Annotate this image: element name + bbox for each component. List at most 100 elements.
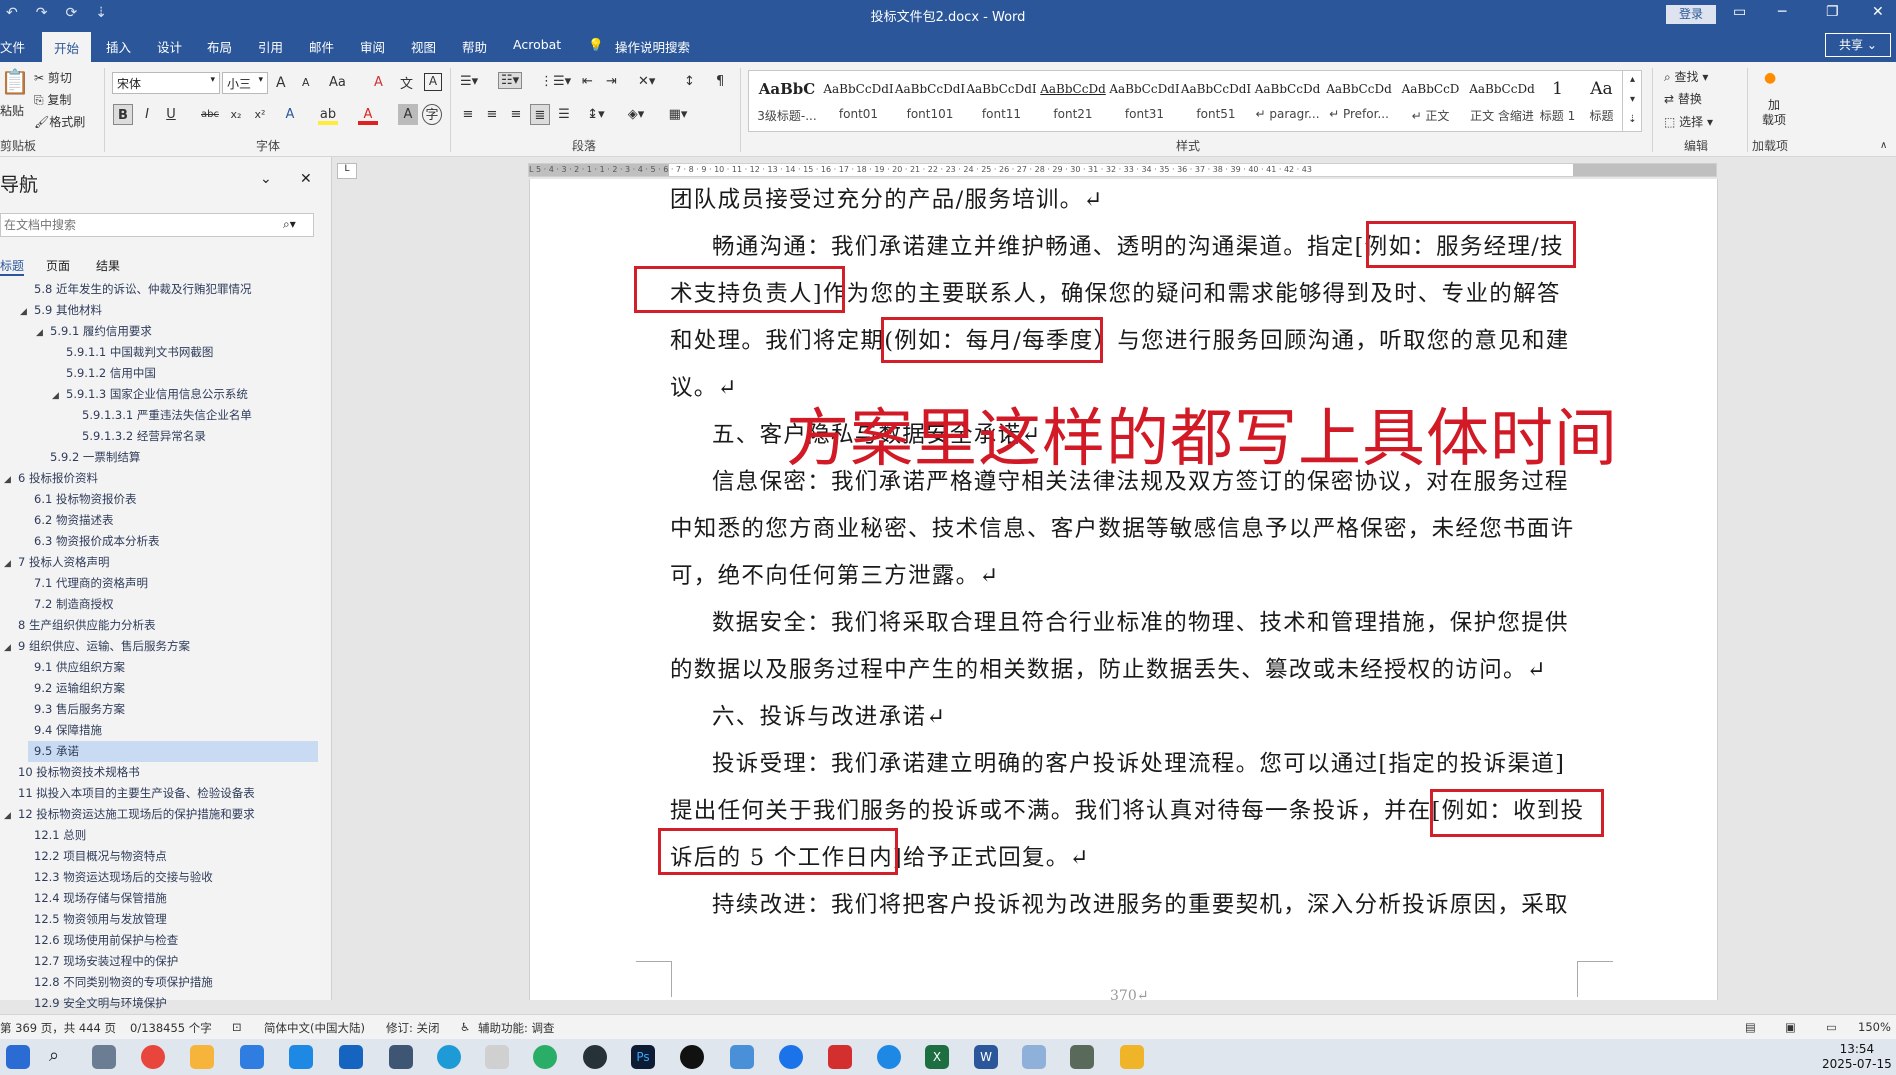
word-count[interactable]: 0/138455 个字 [130,1020,212,1036]
document-paragraph-line[interactable]: 持续改进：我们将把客户投诉视为改进服务的重要契机，深入分析投诉原因，采取 [712,887,1569,919]
proofing-icon[interactable]: ⊡ [232,1020,242,1034]
close-icon[interactable]: ✕ [300,171,312,187]
nav-heading-item[interactable]: 5.9.1.3.2 经营异常名录 [68,426,206,447]
style-item[interactable]: AaBbCcDd ↵ Prefor... [1323,71,1395,131]
tab-review[interactable]: 审阅 [360,37,385,56]
paste-icon[interactable]: 📋 [0,68,30,128]
photos-icon[interactable] [190,1045,214,1069]
styles-scroll[interactable]: ▴ ▾ ⇣ [1622,70,1642,132]
superscript-button[interactable]: x² [250,104,270,125]
document-paragraph-line[interactable]: 六、投诉与改进承诺↵ [712,699,946,731]
nav-heading-item[interactable]: 5.9.1.1 中国裁判文书网截图 [52,342,213,363]
format-painter-button[interactable]: 🖌格式刷 [34,113,85,130]
app-icon[interactable] [1070,1045,1094,1069]
nav-heading-item[interactable]: 12.2 项目概况与物资特点 [20,846,167,867]
nav-search-input[interactable] [0,213,314,237]
tab-help[interactable]: 帮助 [462,37,487,56]
nav-heading-item[interactable]: 9.1 供应组织方案 [20,657,125,678]
subscript-button[interactable]: x₂ [226,104,246,125]
acrobat-icon[interactable] [828,1045,852,1069]
chinese-layout-icon[interactable]: ✕▾ [638,74,655,89]
app-icon[interactable] [485,1045,509,1069]
network-app-icon[interactable] [240,1045,264,1069]
chevron-down-icon[interactable]: ⌄ [260,171,272,187]
justify-icon[interactable]: ≣ [530,104,550,125]
nav-heading-item[interactable]: 6.3 物资报价成本分析表 [20,531,159,552]
document-paragraph-line[interactable]: 投诉受理：我们承诺建立明确的客户投诉处理流程。您可以通过[指定的投诉渠道] [712,746,1565,778]
calculator-icon[interactable] [92,1045,116,1069]
nav-tab-headings[interactable]: 标题 [0,257,25,276]
enclose-char-icon[interactable]: 字 [422,104,442,125]
excel-icon[interactable]: X [925,1045,949,1069]
grow-font-button[interactable]: A [276,75,286,91]
document-paragraph-line[interactable]: 议。↵ [670,370,738,402]
tab-home[interactable]: 开始 [42,32,92,62]
nav-heading-item[interactable]: 5.9.1.3.1 严重违法失信企业名单 [68,405,252,426]
style-item[interactable]: AaBbCcDdI font11 [966,71,1038,131]
nav-heading-item[interactable]: 9.3 售后服务方案 [20,699,125,720]
nav-heading-item[interactable]: 6.1 投标物资报价表 [20,489,136,510]
style-item[interactable]: AaBbCcDd font21 [1037,71,1109,131]
tab-layout[interactable]: 布局 [207,37,232,56]
style-item[interactable]: AaBbCcDd 正文 含缩进 [1466,71,1538,131]
ribbon-display-icon[interactable]: ▭ [1733,4,1746,20]
align-left-icon[interactable]: ≡ [458,104,478,125]
document-paragraph-line[interactable]: 和处理。我们将定期(例如：每月/每季度）与您进行服务回顾沟通，听取您的意见和建 [670,323,1570,355]
qq-icon[interactable] [680,1045,704,1069]
char-shading-icon[interactable]: A [398,104,418,125]
align-center-icon[interactable]: ≡ [482,104,502,125]
nav-heading-item[interactable]: 12.9 安全文明与环境保护 [20,993,167,1014]
cut-button[interactable]: ✂ 剪切 [34,69,72,86]
tell-me-search[interactable]: 操作说明搜索 [615,37,690,56]
clear-format-button[interactable]: A [374,75,383,90]
shrink-font-button[interactable]: A [302,76,310,89]
line-spacing-icon[interactable]: ↨▾ [586,104,606,125]
app-icon[interactable] [289,1045,313,1069]
nav-heading-item[interactable]: 12.3 物资运达现场后的交接与验收 [20,867,213,888]
print-layout-icon[interactable]: ▣ [1785,1020,1796,1034]
expand-toggle-icon[interactable]: ◢ [4,470,18,491]
search-icon[interactable]: ⌕▾ [283,217,296,232]
multilevel-list-icon[interactable]: ⋮☰▾ [540,74,571,89]
nav-heading-item[interactable]: 5.9.1.2 信用中国 [52,363,156,384]
copy-button[interactable]: ⎘ 复制 [34,91,71,108]
bullets-icon[interactable]: ☰▾ [460,74,478,89]
borders-icon[interactable]: ▦▾ [668,104,688,125]
search-icon[interactable]: ⌕ [42,1045,66,1069]
nav-heading-item[interactable]: 8 生产组织供应能力分析表 [4,615,155,636]
tab-acrobat[interactable]: Acrobat [513,37,561,52]
nav-heading-item[interactable]: ◢ 12 投标物资运达施工现场后的保护措施和要求 [4,804,255,825]
document-paragraph-line[interactable]: 数据安全：我们将采取合理且符合行业标准的物理、技术和管理措施，保护您提供 [712,605,1569,637]
app-icon[interactable] [389,1045,413,1069]
nav-heading-item[interactable]: 12.5 物资领用与发放管理 [20,909,167,930]
shading-icon[interactable]: ◈▾ [626,104,646,125]
char-border-icon[interactable]: A [424,73,442,91]
change-case-button[interactable]: Aa [329,75,346,90]
align-right-icon[interactable]: ≡ [506,104,526,125]
style-item[interactable]: Aa 标题 [1582,71,1622,131]
expand-toggle-icon[interactable]: ◢ [4,638,18,659]
nav-heading-item[interactable]: 12.6 现场使用前保护与检查 [20,930,178,951]
document-paragraph-line[interactable]: 团队成员接受过充分的产品/服务培训。↵ [670,182,1104,214]
style-item[interactable]: AaBbCcDdI font01 [823,71,895,131]
select-button[interactable]: ⬚ 选择 ▾ [1664,113,1713,130]
file-explorer-icon[interactable] [1120,1045,1144,1069]
decrease-indent-icon[interactable]: ⇤ [582,74,593,89]
wechat-icon[interactable] [533,1045,557,1069]
highlight-icon[interactable]: ab [318,104,338,125]
nav-heading-item[interactable]: 10 投标物资技术规格书 [4,762,140,783]
system-clock[interactable]: 13:54 2025-07-15 [1822,1042,1892,1072]
document-paragraph-line[interactable]: 的数据以及服务过程中产生的相关数据，防止数据丢失、篡改或未经授权的访问。↵ [670,652,1547,684]
horizontal-ruler[interactable]: L 5 · 4 · 3 · 2 · 1 · 1 · 2 · 3 · 4 · 5 … [528,163,1717,177]
zoom-level[interactable]: 150% [1858,1020,1891,1034]
nav-heading-item[interactable]: 12.7 现场安装过程中的保护 [20,951,178,972]
document-paragraph-line[interactable]: 中知悉的您方商业秘密、技术信息、客户数据等敏感信息予以严格保密，未经您书面许 [670,511,1574,543]
nav-heading-item[interactable]: 9.5 承诺 [28,741,318,762]
login-button[interactable]: 登录 [1666,5,1716,24]
nav-heading-item[interactable]: ◢ 7 投标人资格声明 [4,552,109,573]
underline-button[interactable]: U [161,104,181,125]
sort-icon[interactable]: ↕ [684,74,695,89]
nav-tab-pages[interactable]: 页面 [46,257,70,274]
distributed-icon[interactable]: ☰ [554,104,574,125]
app-icon[interactable] [583,1045,607,1069]
